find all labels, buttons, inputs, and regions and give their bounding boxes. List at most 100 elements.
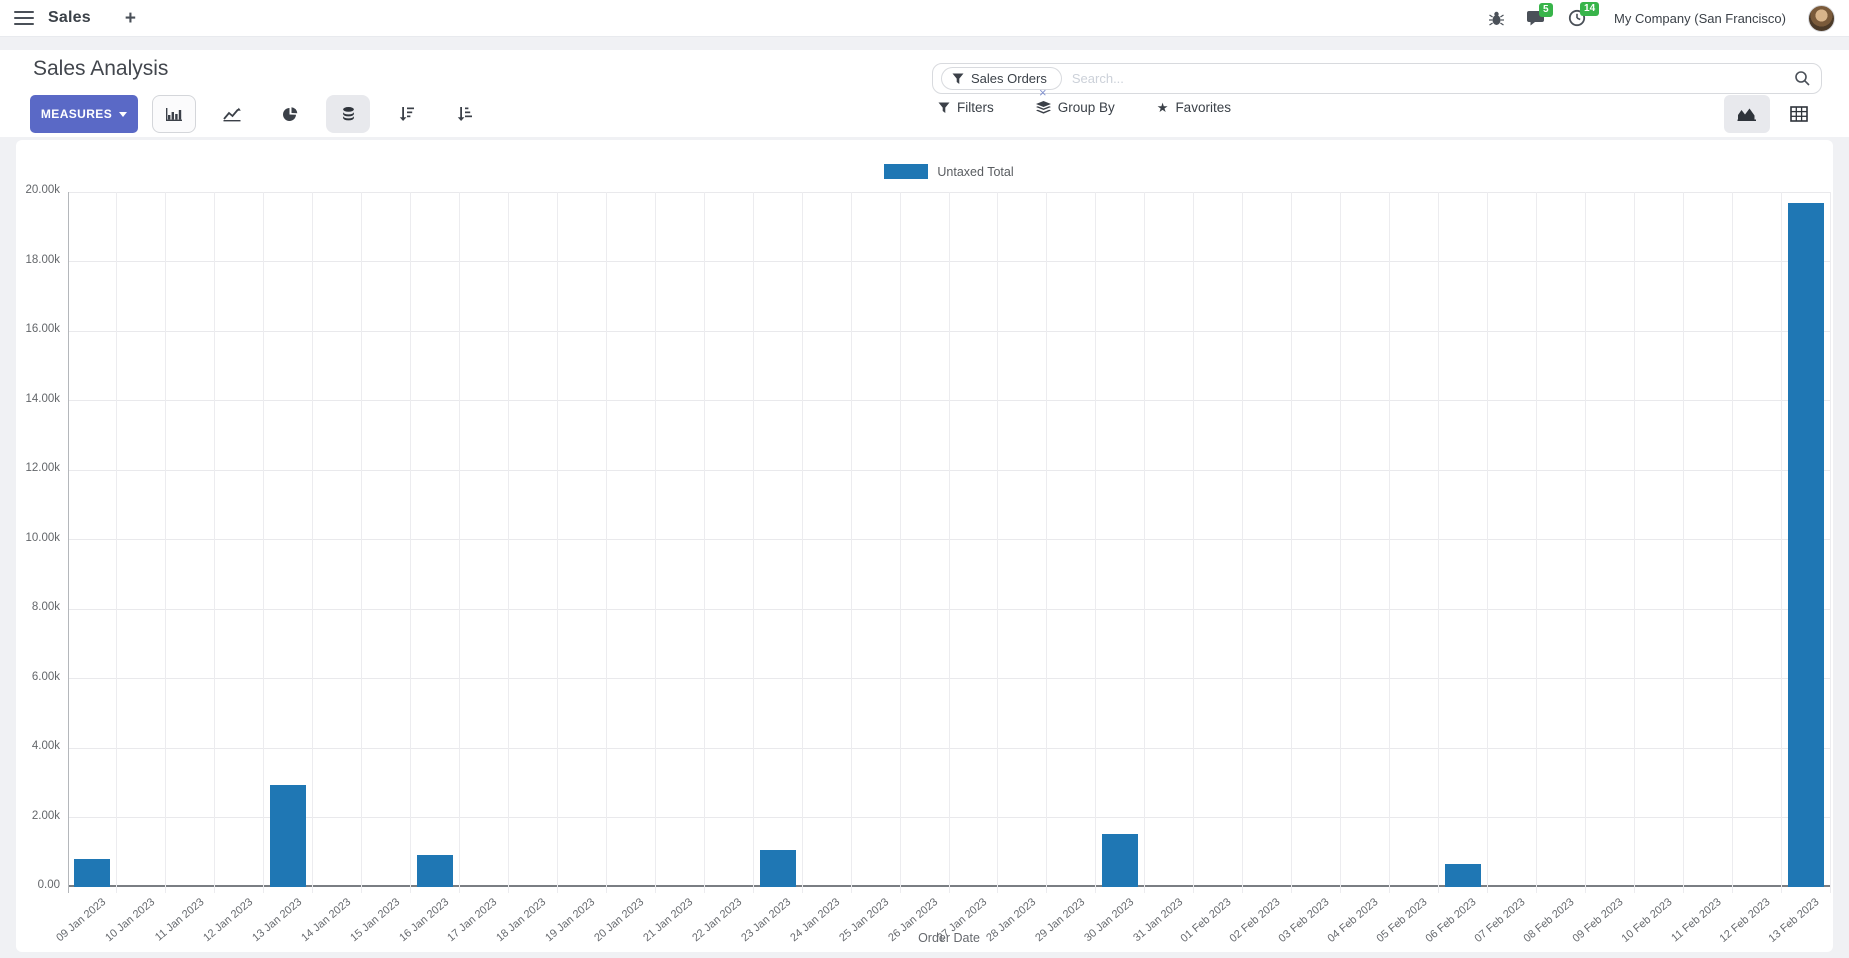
line-chart-icon [222, 107, 241, 121]
v-gridline [899, 192, 901, 893]
layers-icon [1035, 101, 1051, 114]
y-tick-label: 20.00k [25, 184, 60, 196]
bar[interactable] [1444, 864, 1481, 887]
chart-card: Untaxed Total 0.00 2.00k 4.00k 6.00k 8.00k 10… [16, 140, 1833, 952]
v-gridline [1389, 192, 1390, 893]
page-title: Sales Analysis [33, 57, 169, 80]
search-icon [1795, 71, 1810, 86]
messages-count-badge: 5 [1539, 2, 1553, 17]
v-gridline [850, 192, 852, 893]
v-gridline [556, 192, 558, 893]
facet-label: Sales Orders [971, 71, 1047, 86]
graph-view-button[interactable] [1724, 95, 1770, 133]
search-options-row: Filters Group By ★ Favorites [938, 100, 1231, 115]
y-tick-label: 2.00k [31, 809, 60, 822]
y-tick-label: 14.00k [25, 392, 60, 405]
v-gridline [263, 192, 265, 893]
y-tick-label: 10.00k [25, 531, 60, 544]
messages-menu[interactable]: 5 [1527, 2, 1553, 27]
star-icon: ★ [1156, 100, 1169, 115]
bar[interactable] [270, 785, 307, 887]
y-tick-label: 16.00k [25, 323, 60, 335]
filter-funnel-icon [952, 73, 964, 84]
user-avatar[interactable] [1808, 4, 1835, 32]
v-gridline [1095, 192, 1097, 893]
stacked-toggle-button[interactable] [326, 95, 370, 133]
v-gridline [1340, 192, 1342, 893]
v-gridline [165, 192, 167, 893]
app-name[interactable]: Sales [48, 9, 91, 27]
y-tick-label: 6.00k [31, 670, 60, 683]
measures-label: MEASURES [40, 107, 113, 121]
legend-label: Untaxed Total [937, 164, 1014, 179]
bar[interactable] [759, 850, 796, 887]
facet-remove-button[interactable]: × [1039, 86, 1047, 99]
activities-count-badge: 14 [1580, 2, 1600, 16]
v-gridline [312, 192, 314, 893]
filters-button[interactable]: Filters [938, 100, 994, 115]
v-gridline [1437, 192, 1439, 893]
legend-swatch [884, 164, 929, 179]
bar[interactable] [74, 859, 111, 887]
debug-bug-icon[interactable] [1488, 10, 1505, 27]
pivot-view-button[interactable] [1776, 95, 1822, 133]
new-tab-button[interactable]: + [125, 9, 136, 28]
y-tick-label: 18.00k [25, 253, 60, 266]
v-gridline [752, 192, 754, 893]
v-gridline [801, 192, 803, 893]
v-gridline [1242, 192, 1244, 893]
filter-funnel-icon [938, 102, 950, 113]
v-gridline [1144, 192, 1146, 893]
v-gridline [1046, 192, 1048, 893]
v-gridline [410, 192, 412, 893]
v-gridline [214, 192, 216, 893]
apps-menu-icon[interactable] [14, 11, 34, 25]
measures-button[interactable]: MEASURES [30, 95, 138, 133]
v-gridline [1731, 192, 1733, 893]
activities-menu[interactable]: 14 [1568, 2, 1600, 27]
v-gridline [1829, 192, 1831, 893]
group-by-button[interactable]: Group By [1035, 100, 1115, 115]
legend-item-untaxed-total[interactable]: Untaxed Total [68, 164, 1830, 179]
y-tick-label: 12.00k [25, 462, 60, 474]
pie-chart-icon [282, 106, 297, 121]
sort-descending-button[interactable] [384, 95, 428, 133]
bar[interactable] [1102, 834, 1139, 887]
search-input[interactable] [1071, 71, 1788, 86]
caret-down-icon [119, 111, 128, 117]
bar-chart-icon [165, 107, 182, 121]
group-by-label: Group By [1057, 100, 1115, 115]
v-gridline [997, 192, 999, 893]
sort-ascending-button[interactable] [442, 95, 486, 133]
v-gridline [703, 192, 705, 893]
filters-label: Filters [957, 100, 994, 115]
v-gridline [116, 192, 118, 893]
pivot-table-icon [1790, 106, 1808, 122]
chart-type-toolbar [152, 95, 486, 133]
top-navbar: Sales + 5 14 My Company (San Francisco) [0, 0, 1849, 37]
v-gridline [459, 192, 461, 893]
pie-chart-button[interactable] [268, 95, 312, 133]
v-gridline [1633, 192, 1635, 893]
y-tick-label: 8.00k [31, 601, 60, 613]
company-switcher[interactable]: My Company (San Francisco) [1614, 11, 1786, 26]
v-gridline [508, 192, 509, 893]
stacked-database-icon [342, 106, 354, 120]
control-panel: Sales Analysis MEASURES Sales Orders × S… [0, 50, 1849, 137]
v-gridline [1486, 192, 1488, 893]
favorites-button[interactable]: ★ Favorites [1157, 100, 1231, 115]
search-bar: Sales Orders × [932, 63, 1822, 99]
y-tick-label: 0.00 [37, 879, 60, 891]
v-gridline [361, 192, 363, 893]
v-gridline [1535, 192, 1537, 893]
line-chart-button[interactable] [210, 95, 254, 133]
v-gridline [654, 192, 656, 893]
bar[interactable] [417, 855, 454, 887]
view-switcher [1724, 95, 1822, 133]
favorites-label: Favorites [1175, 100, 1231, 115]
bar[interactable] [1787, 203, 1824, 887]
y-tick-label: 4.00k [31, 740, 60, 752]
bar-chart-button[interactable] [152, 95, 196, 133]
v-gridline [1291, 192, 1293, 893]
bug-icon [1489, 11, 1505, 26]
